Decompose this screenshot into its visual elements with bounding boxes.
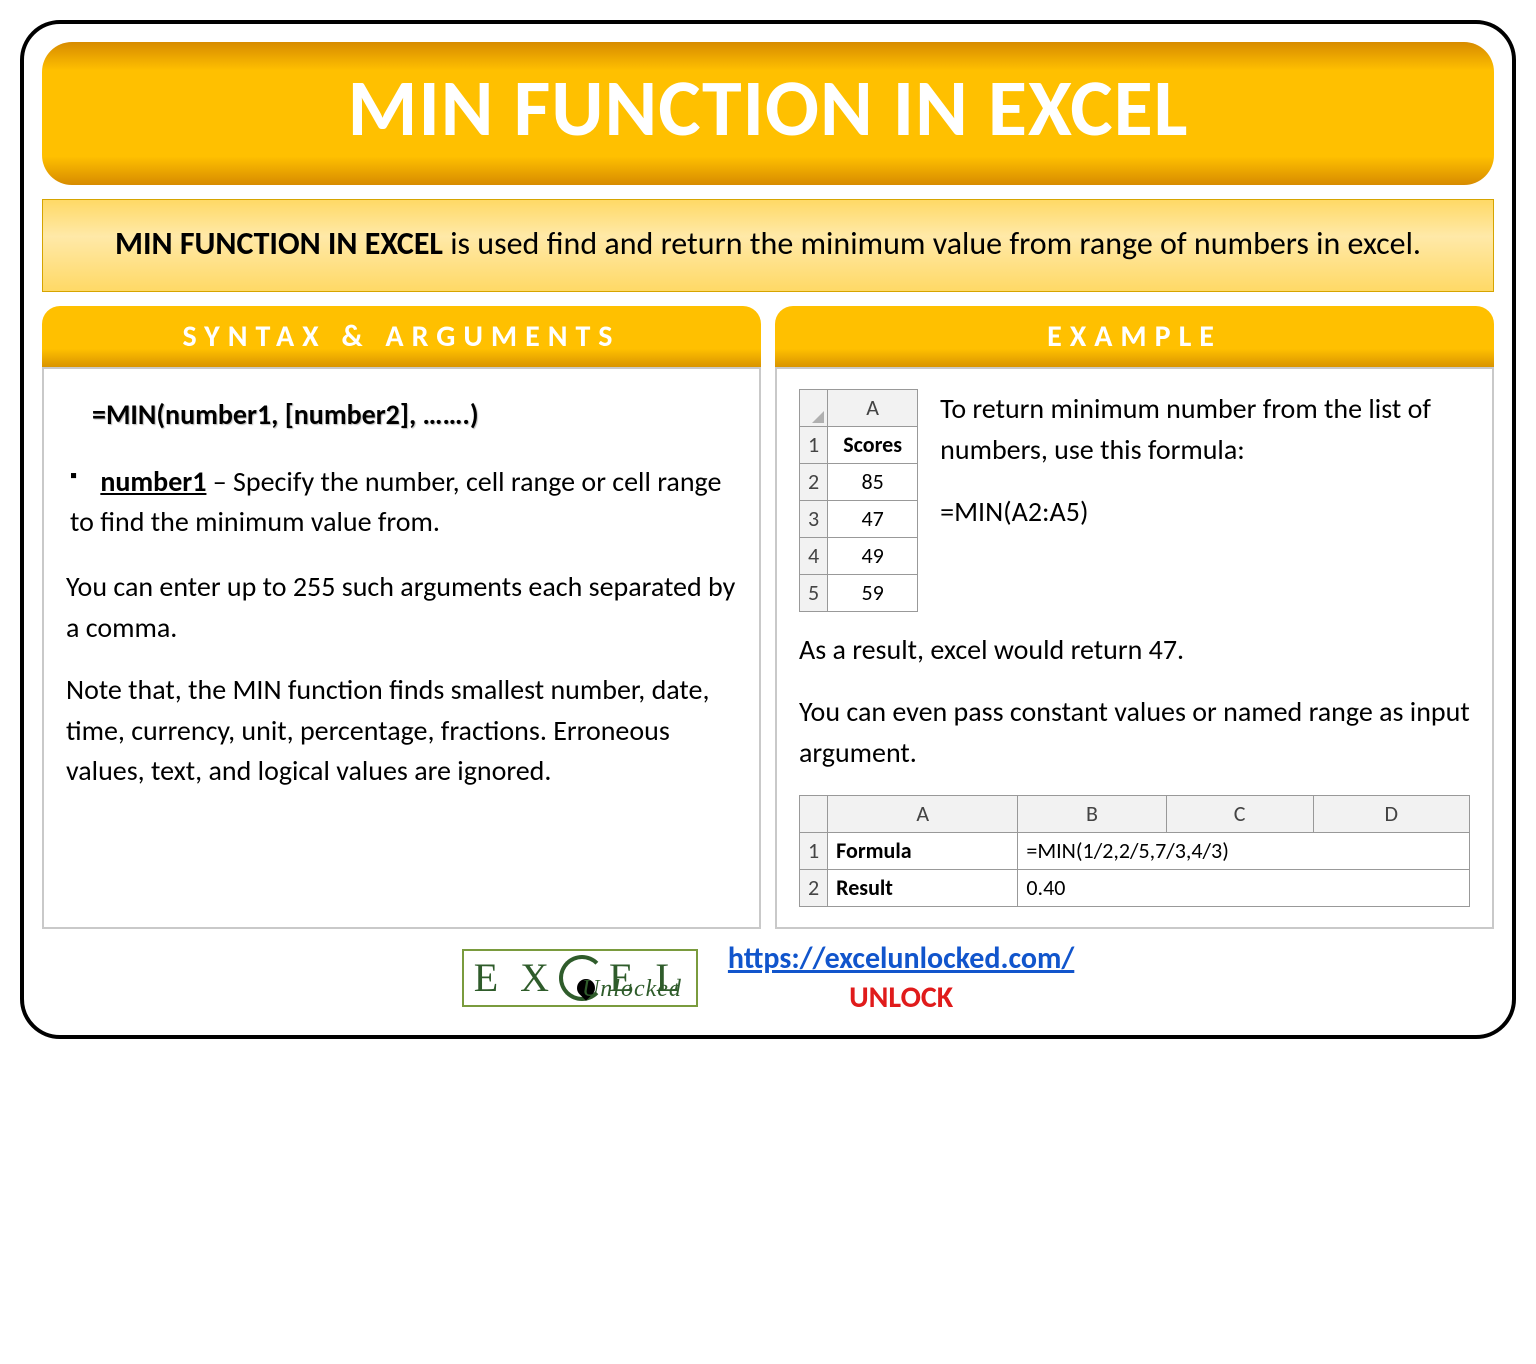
example-table-scores: A 1Scores 285 347 449 559 [799,389,918,611]
table-corner [800,796,828,833]
source-link[interactable]: https://excelunlocked.com/ [728,940,1074,977]
argument-name: number1 [100,464,206,499]
row-header: 2 [800,463,828,500]
row-header: 1 [800,427,828,464]
syntax-note-2: Note that, the MIN function finds smalle… [66,670,737,792]
example-desc-1: To return minimum number from the list o… [940,389,1470,470]
col-header: A [828,390,918,427]
footer-tag: UNLOCK [728,978,1074,1017]
footer: E X E L Unlocked https://excelunlocked.c… [42,939,1494,1017]
example-result: As a result, excel would return 47. [799,630,1470,671]
cell-formula: =MIN(1/2,2/5,7/3,4/3) [1018,833,1470,870]
cell-label: Result [828,870,1018,907]
row-header: 1 [800,833,828,870]
example-desc-2: You can even pass constant values or nam… [799,692,1470,773]
syntax-column: SYNTAX & ARGUMENTS =MIN(number1, [number… [42,306,761,929]
cell-value: 59 [828,574,918,611]
cell-scores-header: Scores [828,427,918,464]
cell-label: Formula [828,833,1018,870]
cell-value: 49 [828,537,918,574]
logo-text: E X [474,958,555,998]
syntax-header: SYNTAX & ARGUMENTS [42,306,761,367]
infographic-card: MIN FUNCTION IN EXCEL MIN FUNCTION IN EX… [20,20,1516,1039]
example-formula: =MIN(A2:A5) [940,492,1470,533]
argument-item: number1 – Specify the number, cell range… [70,462,737,543]
logo-subtext: Unlocked [582,976,682,1003]
row-header: 2 [800,870,828,907]
example-column: EXAMPLE A 1Scores 285 347 449 559 [775,306,1494,929]
example-table-formula: A B C D 1 Formula =MIN(1/2,2/5,7/3,4/3) … [799,795,1470,907]
col-header: A [828,796,1018,833]
cell-value: 47 [828,500,918,537]
row-header: 3 [800,500,828,537]
page-title: MIN FUNCTION IN EXCEL [62,60,1474,157]
example-body: A 1Scores 285 347 449 559 To return mini… [775,367,1494,929]
col-header: D [1313,796,1469,833]
subtitle-box: MIN FUNCTION IN EXCEL is used find and r… [42,199,1494,292]
row-header: 4 [800,537,828,574]
example-header: EXAMPLE [775,306,1494,367]
title-banner: MIN FUNCTION IN EXCEL [42,42,1494,185]
col-header: B [1018,796,1166,833]
row-header: 5 [800,574,828,611]
cell-value: 85 [828,463,918,500]
table-corner [800,390,828,427]
cell-result: 0.40 [1018,870,1470,907]
syntax-formula: =MIN(number1, [number2], …….) [66,389,737,462]
syntax-body: =MIN(number1, [number2], …….) number1 – … [42,367,761,929]
syntax-note-1: You can enter up to 255 such arguments e… [66,567,737,648]
col-header: C [1166,796,1313,833]
brand-logo: E X E L Unlocked [462,949,698,1007]
subtitle-bold: MIN FUNCTION IN EXCEL [115,224,443,263]
subtitle-text: is used find and return the minimum valu… [443,224,1421,263]
